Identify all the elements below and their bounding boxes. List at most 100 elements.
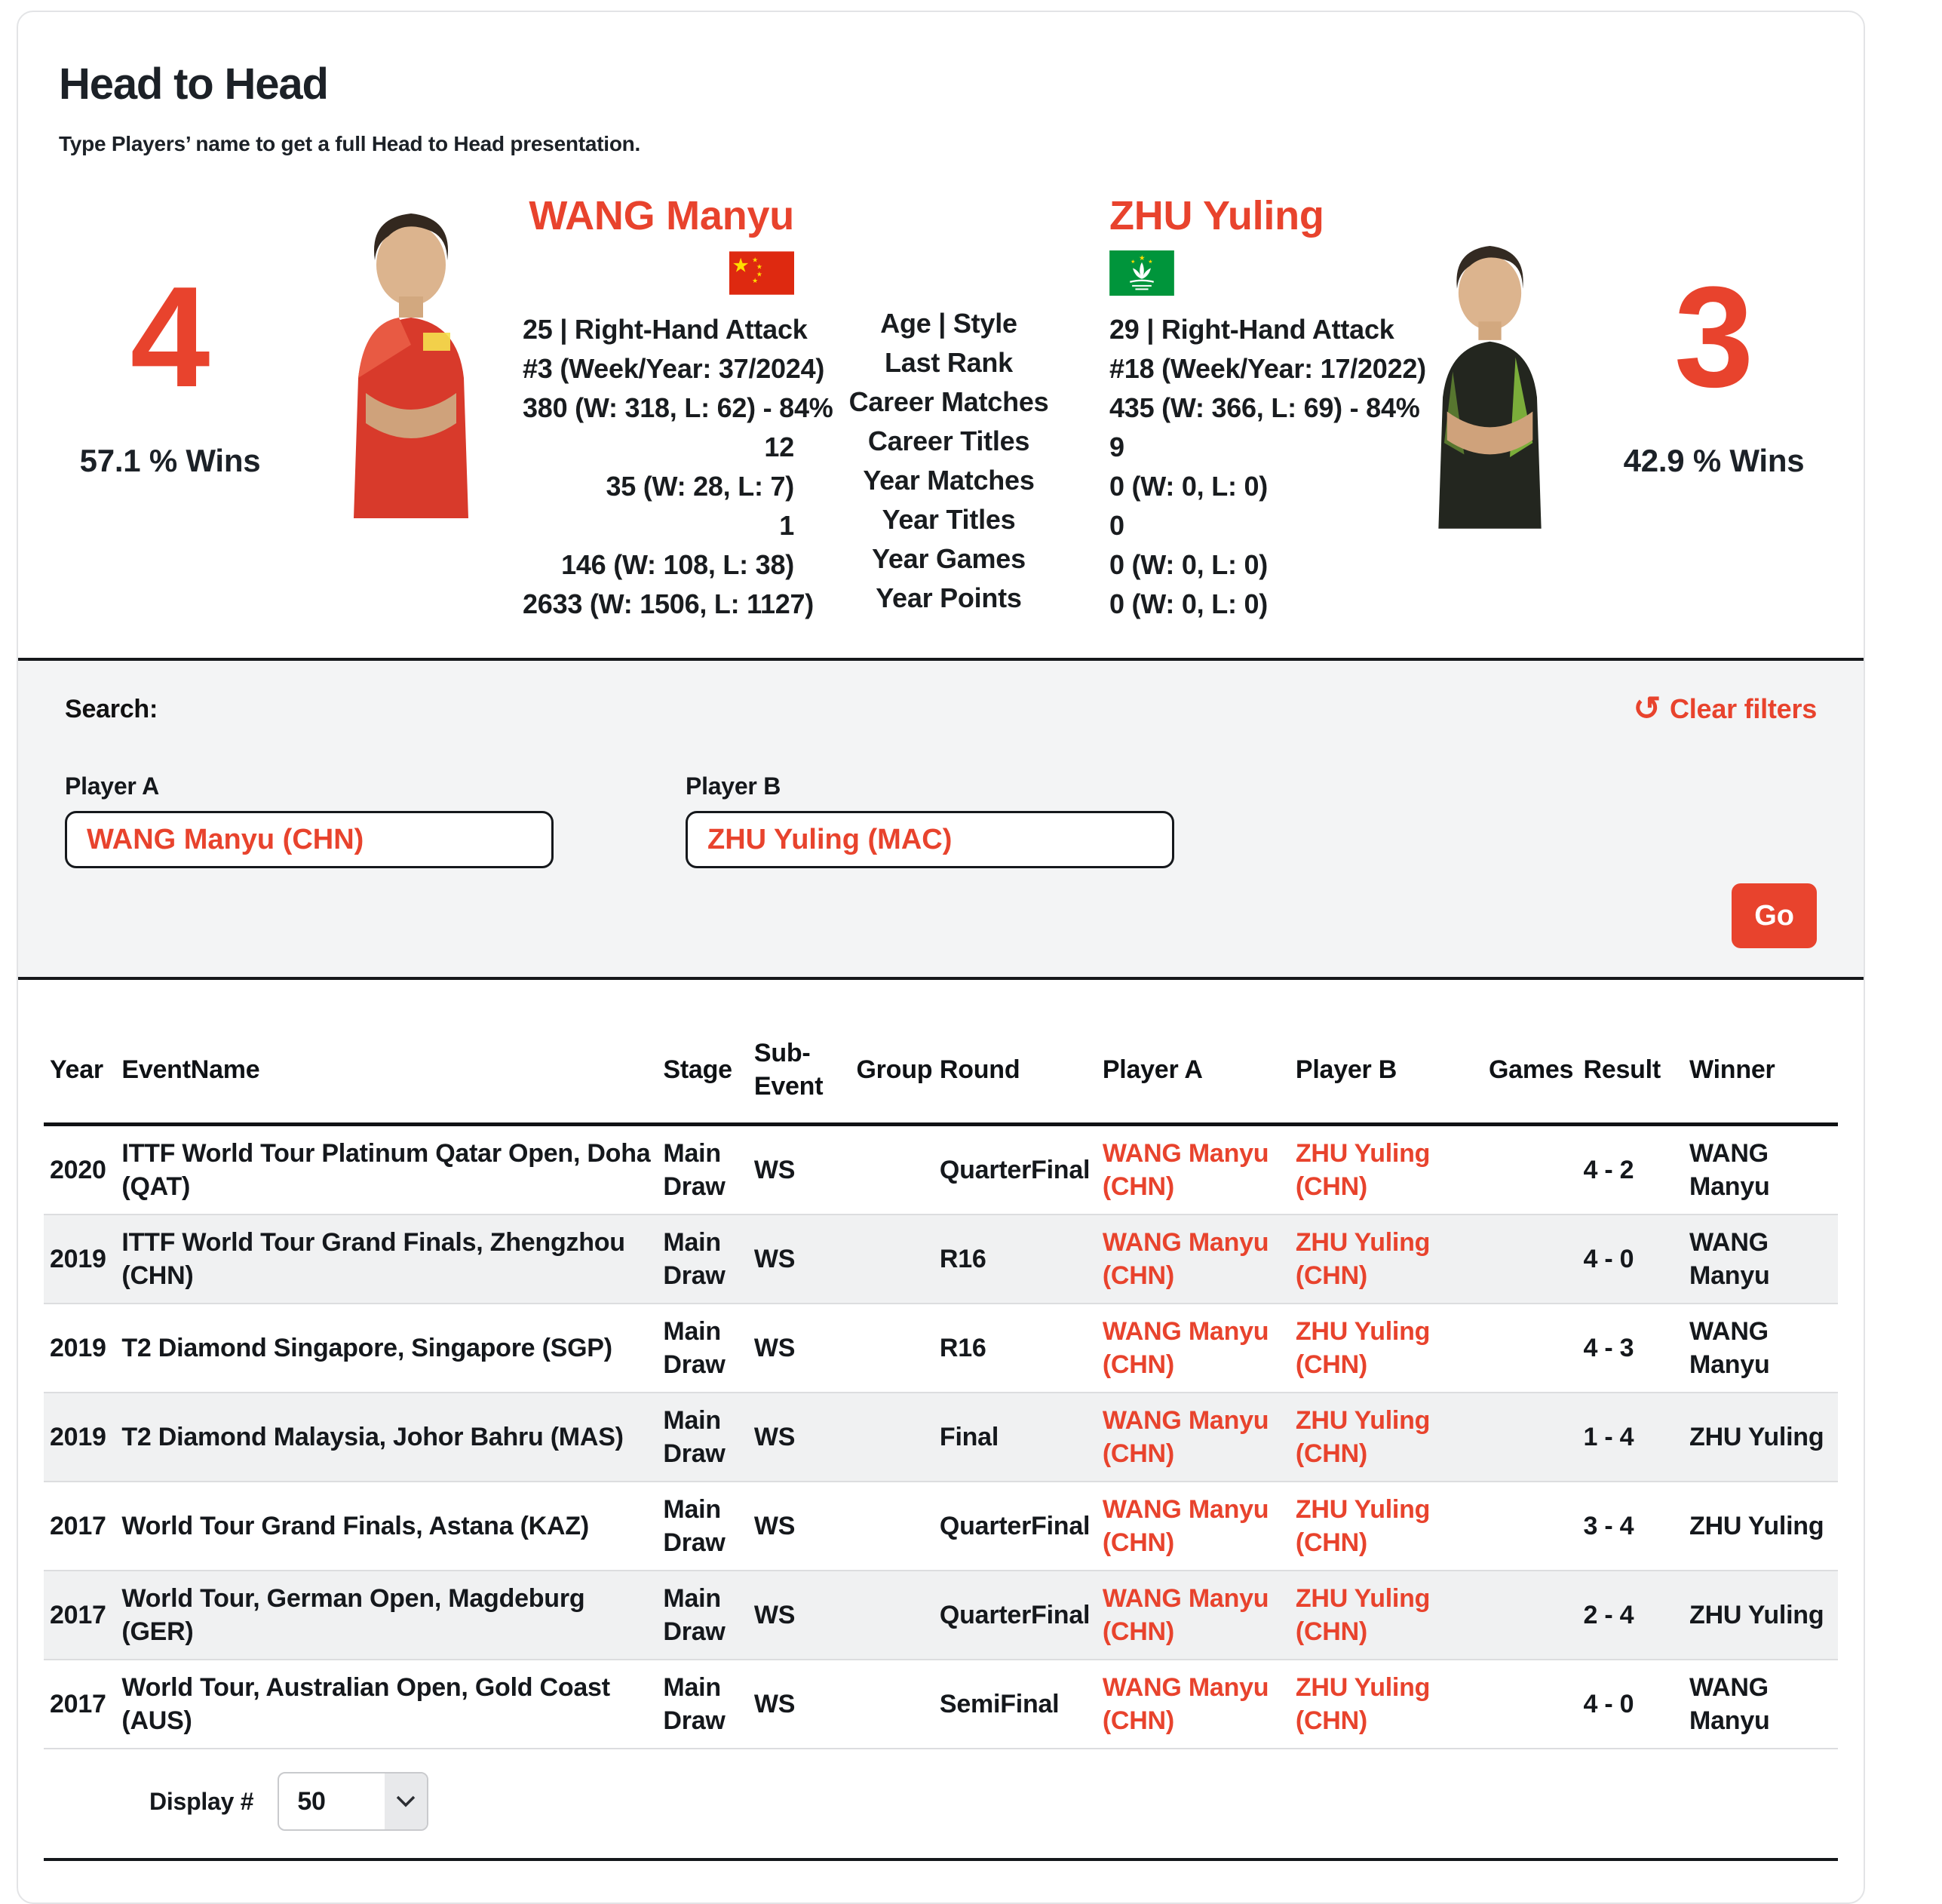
display-count-select[interactable]: 50 xyxy=(278,1772,428,1831)
player-a-link[interactable]: WANG Manyu (CHN) xyxy=(1103,1584,1269,1646)
match-year: 2017 xyxy=(44,1571,115,1660)
match-stage: Main Draw xyxy=(657,1125,748,1215)
player-a-link[interactable]: WANG Manyu (CHN) xyxy=(1103,1139,1269,1201)
match-round: SemiFinal xyxy=(934,1660,1097,1749)
col-header-player-a: Player A xyxy=(1097,1021,1290,1125)
match-stage: Main Draw xyxy=(657,1215,748,1304)
player-b-name[interactable]: ZHU Yuling xyxy=(1109,194,1390,238)
match-winner: WANG Manyu xyxy=(1683,1125,1838,1215)
player-a-photo xyxy=(296,194,523,518)
match-player-b-cell: ZHU Yuling (CHN) xyxy=(1290,1125,1483,1215)
display-count-label: Display # xyxy=(149,1788,253,1816)
match-row: 2019 T2 Diamond Singapore, Singapore (SG… xyxy=(44,1304,1838,1393)
player-b-score-block: 3 42.9 % Wins xyxy=(1590,194,1838,479)
match-winner: ZHU Yuling xyxy=(1683,1571,1838,1660)
match-group xyxy=(850,1482,933,1571)
match-sub-event: WS xyxy=(748,1393,851,1482)
match-winner: WANG Manyu xyxy=(1683,1660,1838,1749)
stat-labels-column: Age | StyleLast RankCareer MatchesCareer… xyxy=(802,194,1096,618)
player-b-field: Player B xyxy=(686,772,1174,868)
player-b-link[interactable]: ZHU Yuling (CHN) xyxy=(1296,1406,1430,1468)
player-a-stat-value: #3 (Week/Year: 37/2024) xyxy=(523,349,794,388)
player-b-stat-value: 0 (W: 0, L: 0) xyxy=(1109,467,1390,506)
col-header-winner: Winner xyxy=(1683,1021,1838,1125)
match-player-a-cell: WANG Manyu (CHN) xyxy=(1097,1215,1290,1304)
player-b-link[interactable]: ZHU Yuling (CHN) xyxy=(1296,1673,1430,1735)
match-row: 2019 ITTF World Tour Grand Finals, Zheng… xyxy=(44,1215,1838,1304)
player-a-stat-value: 1 xyxy=(523,506,794,545)
svg-text:★: ★ xyxy=(1139,255,1146,263)
match-group xyxy=(850,1660,933,1749)
player-b-link[interactable]: ZHU Yuling (CHN) xyxy=(1296,1495,1430,1557)
player-b-link[interactable]: ZHU Yuling (CHN) xyxy=(1296,1139,1430,1201)
player-b-input[interactable] xyxy=(686,811,1174,868)
h2h-summary: 4 57.1 % Wins WANG Manyu xyxy=(44,194,1838,624)
match-sub-event: WS xyxy=(748,1482,851,1571)
player-a-link[interactable]: WANG Manyu (CHN) xyxy=(1103,1406,1269,1468)
match-stage: Main Draw xyxy=(657,1660,748,1749)
player-a-input[interactable] xyxy=(65,811,554,868)
match-round: R16 xyxy=(934,1304,1097,1393)
match-games xyxy=(1483,1482,1578,1571)
player-b-link[interactable]: ZHU Yuling (CHN) xyxy=(1296,1584,1430,1646)
match-winner: ZHU Yuling xyxy=(1683,1482,1838,1571)
player-a-link[interactable]: WANG Manyu (CHN) xyxy=(1103,1673,1269,1735)
match-row: 2019 T2 Diamond Malaysia, Johor Bahru (M… xyxy=(44,1393,1838,1482)
go-button[interactable]: Go xyxy=(1732,883,1817,948)
player-b-input-label: Player B xyxy=(686,772,1174,800)
player-b-win-pct: 42.9 % Wins xyxy=(1590,443,1838,479)
player-a-name[interactable]: WANG Manyu xyxy=(523,194,794,238)
match-event-name: World Tour, Australian Open, Gold Coast … xyxy=(115,1660,657,1749)
col-header-sub-event: Sub-Event xyxy=(748,1021,851,1125)
player-a-win-pct: 57.1 % Wins xyxy=(44,443,296,479)
player-a-stat-value: 146 (W: 108, L: 38) xyxy=(523,545,794,585)
player-a-stat-value: 25 | Right-Hand Attack xyxy=(523,310,794,349)
match-stage: Main Draw xyxy=(657,1304,748,1393)
match-group xyxy=(850,1215,933,1304)
stat-label: Career Matches xyxy=(802,382,1096,422)
player-a-link[interactable]: WANG Manyu (CHN) xyxy=(1103,1228,1269,1290)
match-result: 3 - 4 xyxy=(1577,1482,1683,1571)
player-b-stat-value: #18 (Week/Year: 17/2022) xyxy=(1109,349,1390,388)
match-stage: Main Draw xyxy=(657,1482,748,1571)
player-b-link[interactable]: ZHU Yuling (CHN) xyxy=(1296,1317,1430,1379)
head-to-head-card: Head to Head Type Players’ name to get a… xyxy=(17,11,1865,1904)
match-player-b-cell: ZHU Yuling (CHN) xyxy=(1290,1571,1483,1660)
player-a-link[interactable]: WANG Manyu (CHN) xyxy=(1103,1317,1269,1379)
match-player-b-cell: ZHU Yuling (CHN) xyxy=(1290,1482,1483,1571)
match-round: QuarterFinal xyxy=(934,1571,1097,1660)
match-year: 2019 xyxy=(44,1215,115,1304)
match-round: QuarterFinal xyxy=(934,1482,1097,1571)
match-round: R16 xyxy=(934,1215,1097,1304)
player-a-link[interactable]: WANG Manyu (CHN) xyxy=(1103,1495,1269,1557)
match-event-name: World Tour, German Open, Magdeburg (GER) xyxy=(115,1571,657,1660)
match-games xyxy=(1483,1125,1578,1215)
match-event-name: ITTF World Tour Grand Finals, Zhengzhou … xyxy=(115,1215,657,1304)
match-row: 2017 World Tour Grand Finals, Astana (KA… xyxy=(44,1482,1838,1571)
player-b-link[interactable]: ZHU Yuling (CHN) xyxy=(1296,1228,1430,1290)
player-b-stat-value: 0 (W: 0, L: 0) xyxy=(1109,585,1390,624)
player-b-photo xyxy=(1390,228,1590,530)
player-b-stat-value: 9 xyxy=(1109,428,1390,467)
match-games xyxy=(1483,1660,1578,1749)
player-a-stat-value: 380 (W: 318, L: 62) - 84% xyxy=(523,388,794,428)
stat-label: Year Matches xyxy=(802,461,1096,500)
player-b-silhouette xyxy=(1390,228,1590,530)
page: Head to Head Type Players’ name to get a… xyxy=(0,0,1942,1841)
match-result: 1 - 4 xyxy=(1577,1393,1683,1482)
clear-filters-label: Clear filters xyxy=(1670,693,1817,725)
col-header-year: Year xyxy=(44,1021,115,1125)
match-event-name: T2 Diamond Singapore, Singapore (SGP) xyxy=(115,1304,657,1393)
match-year: 2017 xyxy=(44,1482,115,1571)
clear-filters-link[interactable]: ↺ Clear filters xyxy=(1633,693,1817,726)
match-winner: ZHU Yuling xyxy=(1683,1393,1838,1482)
match-group xyxy=(850,1304,933,1393)
col-header-player-b: Player B xyxy=(1290,1021,1483,1125)
display-count-row: Display # 50 xyxy=(44,1749,1838,1837)
match-sub-event: WS xyxy=(748,1660,851,1749)
player-a-input-label: Player A xyxy=(65,772,554,800)
svg-text:★: ★ xyxy=(756,263,762,271)
match-group xyxy=(850,1125,933,1215)
match-group xyxy=(850,1571,933,1660)
stat-label: Year Games xyxy=(802,539,1096,579)
